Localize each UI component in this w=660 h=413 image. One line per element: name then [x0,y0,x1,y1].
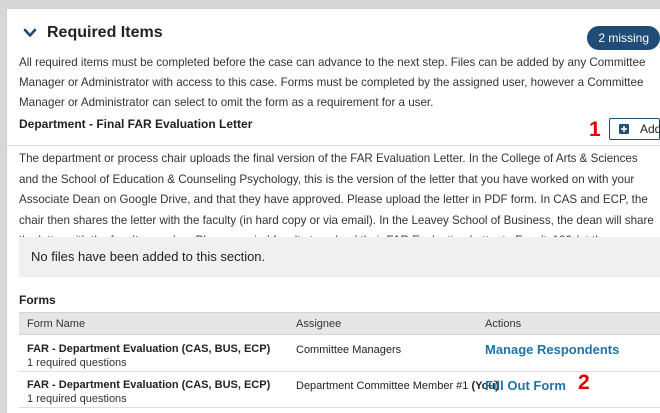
required-items-panel: Required Items 2 missing All required it… [6,8,660,413]
column-header-form-name: Form Name [27,318,86,330]
required-questions-count: 1 required questions [27,357,127,369]
form-name: FAR - Department Evaluation (CAS, BUS, E… [27,379,271,391]
required-questions-count: 1 required questions [27,393,127,405]
forms-table-header: Form Name Assignee Actions [19,312,660,335]
annotation-number-1: 1 [589,118,601,141]
missing-count-badge: 2 missing [587,26,660,50]
forms-title: Forms [19,293,56,307]
required-items-header[interactable]: Required Items 2 missing [7,9,660,50]
annotation-number-2: 2 [578,371,590,394]
no-files-message: No files have been added to this section… [19,237,660,277]
plus-icon [619,124,629,134]
intro-text: All required items must be completed bef… [19,56,646,109]
form-name: FAR - Department Evaluation (CAS, BUS, E… [27,343,271,355]
add-file-button[interactable]: Add [609,118,660,140]
manage-respondents-link[interactable]: Manage Respondents [485,342,619,357]
subsection-title: Department - Final FAR Evaluation Letter [19,117,253,131]
assignee: Department Committee Member #1 (You) [296,380,499,392]
table-row: FAR - Department Evaluation (CAS, BUS, E… [19,372,660,408]
column-header-assignee: Assignee [296,318,342,330]
add-button-label: Add [640,122,660,136]
table-row: FAR - Department Evaluation (CAS, BUS, E… [19,336,660,372]
assignee-name: Committee Managers [296,344,402,356]
section-title: Required Items [47,24,163,41]
assignee: Committee Managers [296,344,401,356]
divider [7,145,660,146]
assignee-name: Department Committee Member #1 [296,380,469,392]
column-header-actions: Actions [485,318,522,330]
chevron-down-icon[interactable] [23,28,37,38]
fill-out-form-link[interactable]: Fill Out Form [485,378,566,393]
